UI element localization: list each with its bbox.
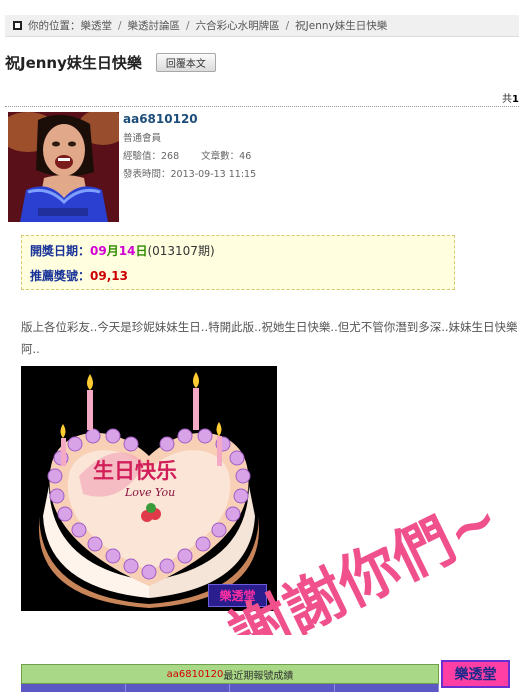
- site-badge[interactable]: 樂透堂: [441, 660, 510, 688]
- draw-month: 09: [90, 244, 107, 258]
- breadcrumb-separator: /: [186, 19, 190, 32]
- posted-value: 2013-09-13 11:15: [170, 169, 257, 180]
- avatar-photo: [8, 112, 119, 222]
- breadcrumb-separator: /: [285, 19, 290, 32]
- stats-column: [230, 684, 335, 692]
- user-stats: 經驗值：268 文章數：46: [123, 148, 256, 162]
- cake-illustration: 生日快乐 Love You: [21, 366, 277, 611]
- page-total-prefix: 共: [502, 94, 513, 105]
- breadcrumb: 你的位置： 樂透堂 / 樂透討論區 / 六合彩心水明牌區 / 祝Jenny妹生日…: [5, 15, 519, 37]
- stats-username[interactable]: aa6810120: [167, 669, 224, 680]
- avatar[interactable]: [8, 112, 119, 222]
- breadcrumb-home-link[interactable]: 樂透堂: [81, 18, 113, 33]
- draw-date-label: 開獎日期：: [30, 244, 91, 258]
- exp-value: 268: [161, 151, 180, 162]
- breadcrumb-prefix: 你的位置：: [28, 20, 81, 32]
- birthday-cake-image: 生日快乐 Love You: [21, 366, 277, 611]
- user-rank: 普通會員: [123, 133, 162, 144]
- recommended-numbers: 09,13: [90, 269, 128, 283]
- lotto-info-box: 開獎日期：09月14日(013107期) 推薦獎號：09,13: [21, 235, 455, 290]
- stats-column: [21, 684, 126, 692]
- stats-column: [126, 684, 230, 692]
- stats-header-suffix: 最近期報號成績: [223, 670, 294, 682]
- posted-label: 發表時間：: [123, 169, 171, 180]
- cake-love-text: Love You: [124, 486, 175, 499]
- title-row: 祝Jenny妹生日快樂 回覆本文: [5, 52, 216, 73]
- stats-column: [335, 684, 439, 692]
- recommended-label: 推薦獎號：: [30, 269, 91, 283]
- location-square-icon: [13, 21, 22, 30]
- breadcrumb-forum-link[interactable]: 樂透討論區: [128, 18, 181, 33]
- page-total-number: 1: [512, 94, 519, 105]
- image-watermark: 樂透堂: [208, 584, 267, 607]
- draw-day: 14: [118, 244, 136, 258]
- stats-table-header: aa6810120 最近期報號成績: [21, 664, 439, 684]
- username-link[interactable]: aa6810120: [123, 112, 256, 126]
- user-info: aa6810120 普通會員 經驗值：268 文章數：46 發表時間：2013-0…: [123, 112, 256, 180]
- reply-button[interactable]: 回覆本文: [155, 53, 216, 72]
- draw-period: (013107期): [147, 244, 215, 258]
- draw-month-unit: 月: [106, 244, 119, 258]
- post-time: 發表時間：2013-09-13 11:15: [123, 166, 256, 180]
- recommended-numbers-line: 推薦獎號：09,13: [30, 267, 446, 284]
- draw-date-line: 開獎日期：09月14日(013107期): [30, 242, 446, 259]
- page-total: 共1: [502, 90, 519, 105]
- divider: [5, 106, 519, 107]
- exp-label: 經驗值：: [123, 151, 162, 162]
- breadcrumb-separator: /: [118, 19, 122, 32]
- articles-value: 46: [239, 151, 252, 162]
- page-title: 祝Jenny妹生日快樂: [5, 54, 142, 72]
- stats-table: aa6810120 最近期報號成績: [21, 664, 439, 692]
- cake-greeting-text: 生日快乐: [93, 459, 177, 483]
- draw-day-unit: 日: [135, 244, 148, 258]
- post-body-text: 版上各位彩友..今天是珍妮妹妹生日..特開此版..祝她生日快樂..但尤不管你潛到…: [21, 320, 518, 356]
- stats-table-subheader: [21, 684, 439, 692]
- articles-label: 文章數：: [201, 151, 240, 162]
- breadcrumb-board-link[interactable]: 六合彩心水明牌區: [196, 18, 280, 33]
- breadcrumb-current-post[interactable]: 祝Jenny妹生日快樂: [295, 18, 387, 33]
